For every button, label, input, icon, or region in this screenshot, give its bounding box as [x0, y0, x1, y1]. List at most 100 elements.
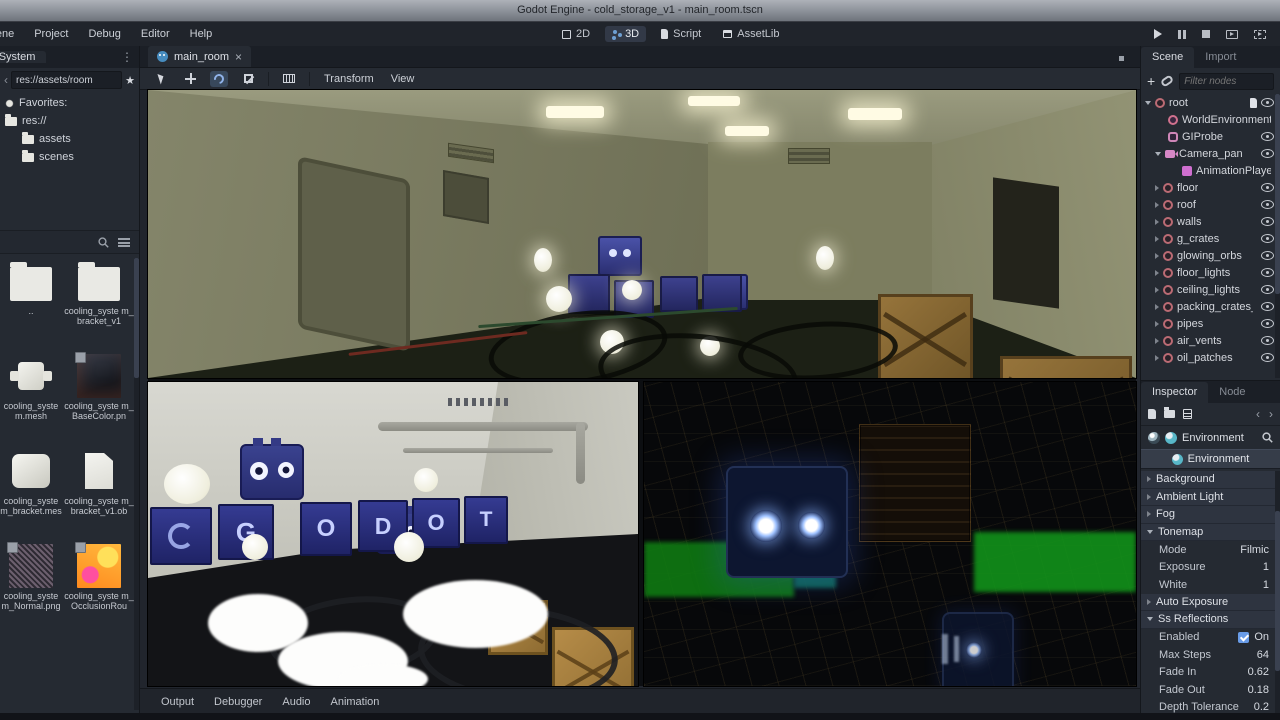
- tree-node-camera-pan[interactable]: Camera_pan: [1141, 145, 1275, 162]
- menu-help[interactable]: Help: [180, 22, 223, 46]
- tree-node-packing-crates[interactable]: packing_crates_and_: [1141, 298, 1275, 315]
- tab-main-room[interactable]: main_room ×: [148, 46, 251, 67]
- visibility-eye-icon[interactable]: [1261, 268, 1274, 277]
- prop-white[interactable]: White1: [1141, 576, 1275, 594]
- dock-more-icon[interactable]: ⋮: [121, 46, 133, 68]
- visibility-eye-icon[interactable]: [1261, 302, 1274, 311]
- tab-inspector[interactable]: Inspector: [1141, 382, 1208, 403]
- tab-scene[interactable]: Scene: [1141, 47, 1194, 68]
- instance-scene-icon[interactable]: [1160, 74, 1174, 87]
- tree-node-walls[interactable]: walls: [1141, 213, 1275, 230]
- section-ambient-light[interactable]: Ambient Light: [1141, 489, 1275, 507]
- tree-node-floor-lights[interactable]: floor_lights: [1141, 264, 1275, 281]
- inspector-scrollbar[interactable]: [1275, 471, 1280, 718]
- distraction-free-icon[interactable]: [1119, 56, 1130, 67]
- tree-item-assets[interactable]: assets: [0, 130, 139, 148]
- viewport-perspective[interactable]: [148, 90, 1136, 378]
- tree-node-floor[interactable]: floor: [1141, 179, 1275, 196]
- visibility-eye-icon[interactable]: [1261, 132, 1274, 141]
- workspace-2d-button[interactable]: 2D: [555, 26, 597, 42]
- menu-debug[interactable]: Debug: [78, 22, 130, 46]
- rotate-tool-icon[interactable]: [210, 71, 228, 87]
- play-icon[interactable]: [1154, 29, 1162, 39]
- file-item[interactable]: cooling_syste m_bracket.mes: [0, 448, 62, 543]
- tree-node-air-vents[interactable]: air_vents: [1141, 332, 1275, 349]
- tree-node-animationplayer[interactable]: AnimationPlayer: [1141, 162, 1275, 179]
- close-icon[interactable]: ×: [235, 51, 242, 63]
- file-item[interactable]: cooling_syste m_bracket_v1.ob: [62, 448, 135, 543]
- resource-tools-icon[interactable]: [1183, 409, 1192, 419]
- path-field[interactable]: [11, 71, 122, 89]
- search-properties-icon[interactable]: [1262, 432, 1273, 443]
- prop-fade-out[interactable]: Fade Out0.18: [1141, 681, 1275, 699]
- pause-icon[interactable]: [1178, 30, 1186, 39]
- tree-node-roof[interactable]: roof: [1141, 196, 1275, 213]
- workspace-assetlib-button[interactable]: AssetLib: [716, 26, 786, 42]
- tree-node-ceiling-lights[interactable]: ceiling_lights: [1141, 281, 1275, 298]
- file-item[interactable]: ..: [0, 258, 62, 353]
- tree-node-root[interactable]: root: [1141, 94, 1275, 111]
- tab-node[interactable]: Node: [1208, 382, 1256, 403]
- visibility-eye-icon[interactable]: [1261, 336, 1274, 345]
- filesystem-scrollbar[interactable]: [134, 258, 139, 710]
- visibility-eye-icon[interactable]: [1261, 217, 1274, 226]
- prop-max-steps[interactable]: Max Steps64: [1141, 646, 1275, 664]
- load-resource-icon[interactable]: [1164, 410, 1175, 418]
- transform-menu[interactable]: Transform: [321, 73, 377, 85]
- tab-filesystem[interactable]: FileSystem: [0, 51, 46, 63]
- file-item[interactable]: cooling_syste m_BaseColor.pn: [62, 353, 135, 448]
- checkbox-checked-icon[interactable]: [1238, 632, 1249, 643]
- tree-node-g-crates[interactable]: g_crates: [1141, 230, 1275, 247]
- visibility-eye-icon[interactable]: [1261, 234, 1274, 243]
- file-item[interactable]: cooling_syste m_OcclusionRou: [62, 543, 135, 638]
- visibility-eye-icon[interactable]: [1261, 353, 1274, 362]
- workspace-3d-button[interactable]: 3D: [605, 26, 646, 42]
- window-titlebar[interactable]: Godot Engine - cold_storage_v1 - main_ro…: [0, 0, 1280, 22]
- tree-node-giprobe[interactable]: GIProbe: [1141, 128, 1275, 145]
- prop-fade-in[interactable]: Fade In0.62: [1141, 664, 1275, 682]
- play-scene-icon[interactable]: [1226, 30, 1238, 39]
- file-item[interactable]: cooling_syste m_Normal.png: [0, 543, 62, 638]
- scene-tree-scrollbar[interactable]: [1275, 94, 1280, 378]
- tree-node-pipes[interactable]: pipes: [1141, 315, 1275, 332]
- menu-editor[interactable]: Editor: [131, 22, 180, 46]
- menu-scene[interactable]: Scene: [0, 22, 24, 46]
- menu-project[interactable]: Project: [24, 22, 78, 46]
- prop-mode[interactable]: ModeFilmic: [1141, 541, 1275, 559]
- ruler-tool-icon[interactable]: [280, 71, 298, 87]
- visibility-eye-icon[interactable]: [1261, 149, 1274, 158]
- stop-icon[interactable]: [1202, 30, 1210, 38]
- edited-resource-row[interactable]: Environment: [1141, 425, 1280, 449]
- viewport-albedo[interactable]: G O D O T: [148, 382, 638, 686]
- visibility-eye-icon[interactable]: [1261, 319, 1274, 328]
- tree-node-worldenvironment[interactable]: WorldEnvironment: [1141, 111, 1275, 128]
- visibility-eye-icon[interactable]: [1261, 183, 1274, 192]
- prop-exposure[interactable]: Exposure1: [1141, 559, 1275, 577]
- view-menu[interactable]: View: [388, 73, 418, 85]
- section-ss-reflections[interactable]: Ss Reflections: [1141, 611, 1275, 629]
- file-item[interactable]: cooling_syste m_bracket_v1: [62, 258, 135, 353]
- scale-tool-icon[interactable]: [239, 71, 257, 87]
- tab-import[interactable]: Import: [1194, 47, 1247, 68]
- section-background[interactable]: Background: [1141, 471, 1275, 489]
- filter-nodes-input[interactable]: [1179, 73, 1274, 90]
- bottom-tab-debugger[interactable]: Debugger: [205, 693, 271, 711]
- environment-category-header[interactable]: Environment: [1141, 449, 1280, 469]
- prop-enabled[interactable]: EnabledOn: [1141, 629, 1275, 647]
- section-auto-exposure[interactable]: Auto Exposure: [1141, 594, 1275, 612]
- tree-item-res[interactable]: res://: [0, 112, 139, 130]
- search-icon[interactable]: [98, 237, 109, 248]
- visibility-eye-icon[interactable]: [1261, 251, 1274, 260]
- visibility-eye-icon[interactable]: [1261, 285, 1274, 294]
- bottom-tab-animation[interactable]: Animation: [322, 693, 389, 711]
- tree-item-favorites[interactable]: Favorites:: [0, 94, 139, 112]
- new-resource-icon[interactable]: [1148, 409, 1156, 419]
- section-fog[interactable]: Fog: [1141, 506, 1275, 524]
- select-tool-icon[interactable]: [152, 71, 170, 87]
- list-view-icon[interactable]: [118, 238, 130, 247]
- tree-node-glowing-orbs[interactable]: glowing_orbs: [1141, 247, 1275, 264]
- tree-node-oil-patches[interactable]: oil_patches: [1141, 349, 1275, 366]
- tree-item-scenes[interactable]: scenes: [0, 148, 139, 166]
- back-chevron-icon[interactable]: ‹: [4, 74, 8, 86]
- history-forward-icon[interactable]: ›: [1269, 407, 1273, 421]
